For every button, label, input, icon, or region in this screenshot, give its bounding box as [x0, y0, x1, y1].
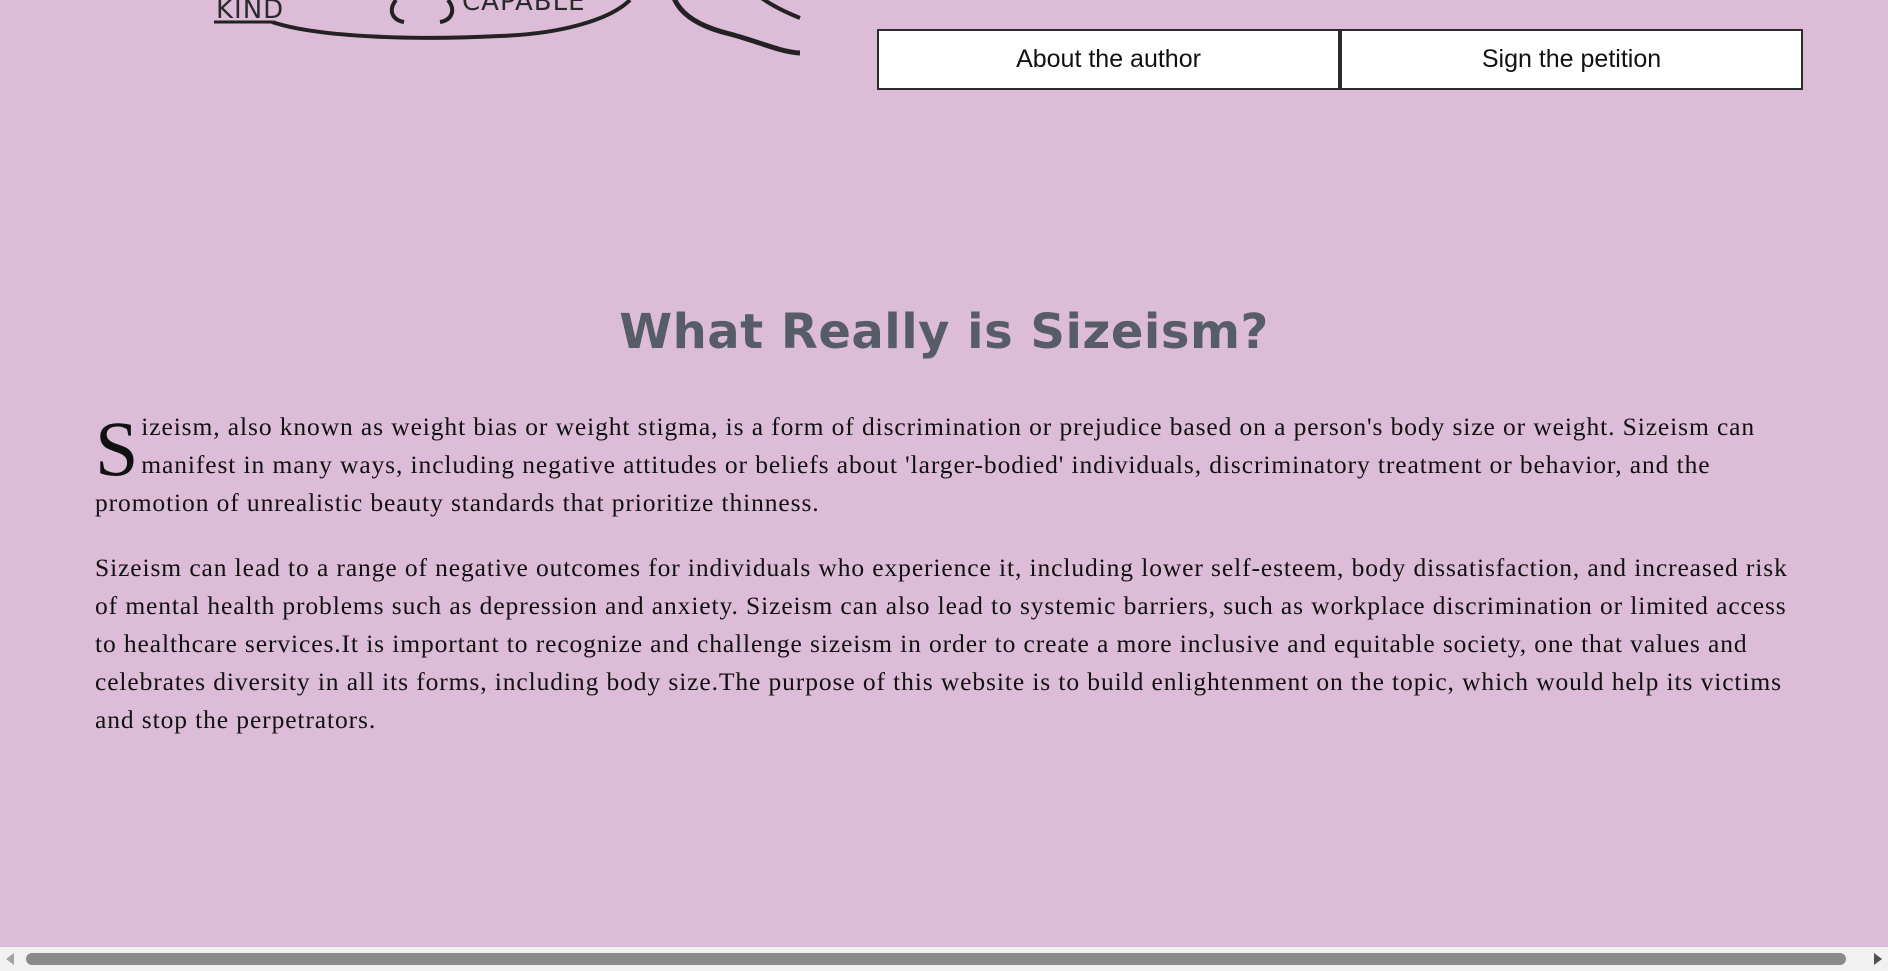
- sign-petition-button[interactable]: Sign the petition: [1340, 29, 1803, 90]
- about-author-button[interactable]: About the author: [877, 29, 1340, 90]
- horizontal-scrollbar[interactable]: [0, 947, 1888, 971]
- scroll-right-arrow-icon[interactable]: [1874, 953, 1882, 965]
- paragraph-intro: Sizeism, also known as weight bias or we…: [95, 408, 1795, 522]
- main-content: Sizeism, also known as weight bias or we…: [95, 408, 1795, 766]
- scroll-left-arrow-icon[interactable]: [6, 953, 14, 965]
- page-title: What Really is Sizeism?: [619, 304, 1269, 360]
- top-nav: About the author Sign the petition: [877, 29, 1803, 90]
- paragraph-intro-text: izeism, also known as weight bias or wei…: [95, 412, 1756, 517]
- scrollbar-thumb[interactable]: [26, 953, 1846, 965]
- page: KIND CAPABLE About the author Sign the p…: [0, 0, 1888, 971]
- paragraph-outcomes: Sizeism can lead to a range of negative …: [95, 553, 1788, 734]
- site-logo[interactable]: KIND CAPABLE: [200, 0, 820, 80]
- logo-word-capable: CAPABLE: [462, 0, 586, 17]
- drop-cap-letter: S: [95, 405, 140, 492]
